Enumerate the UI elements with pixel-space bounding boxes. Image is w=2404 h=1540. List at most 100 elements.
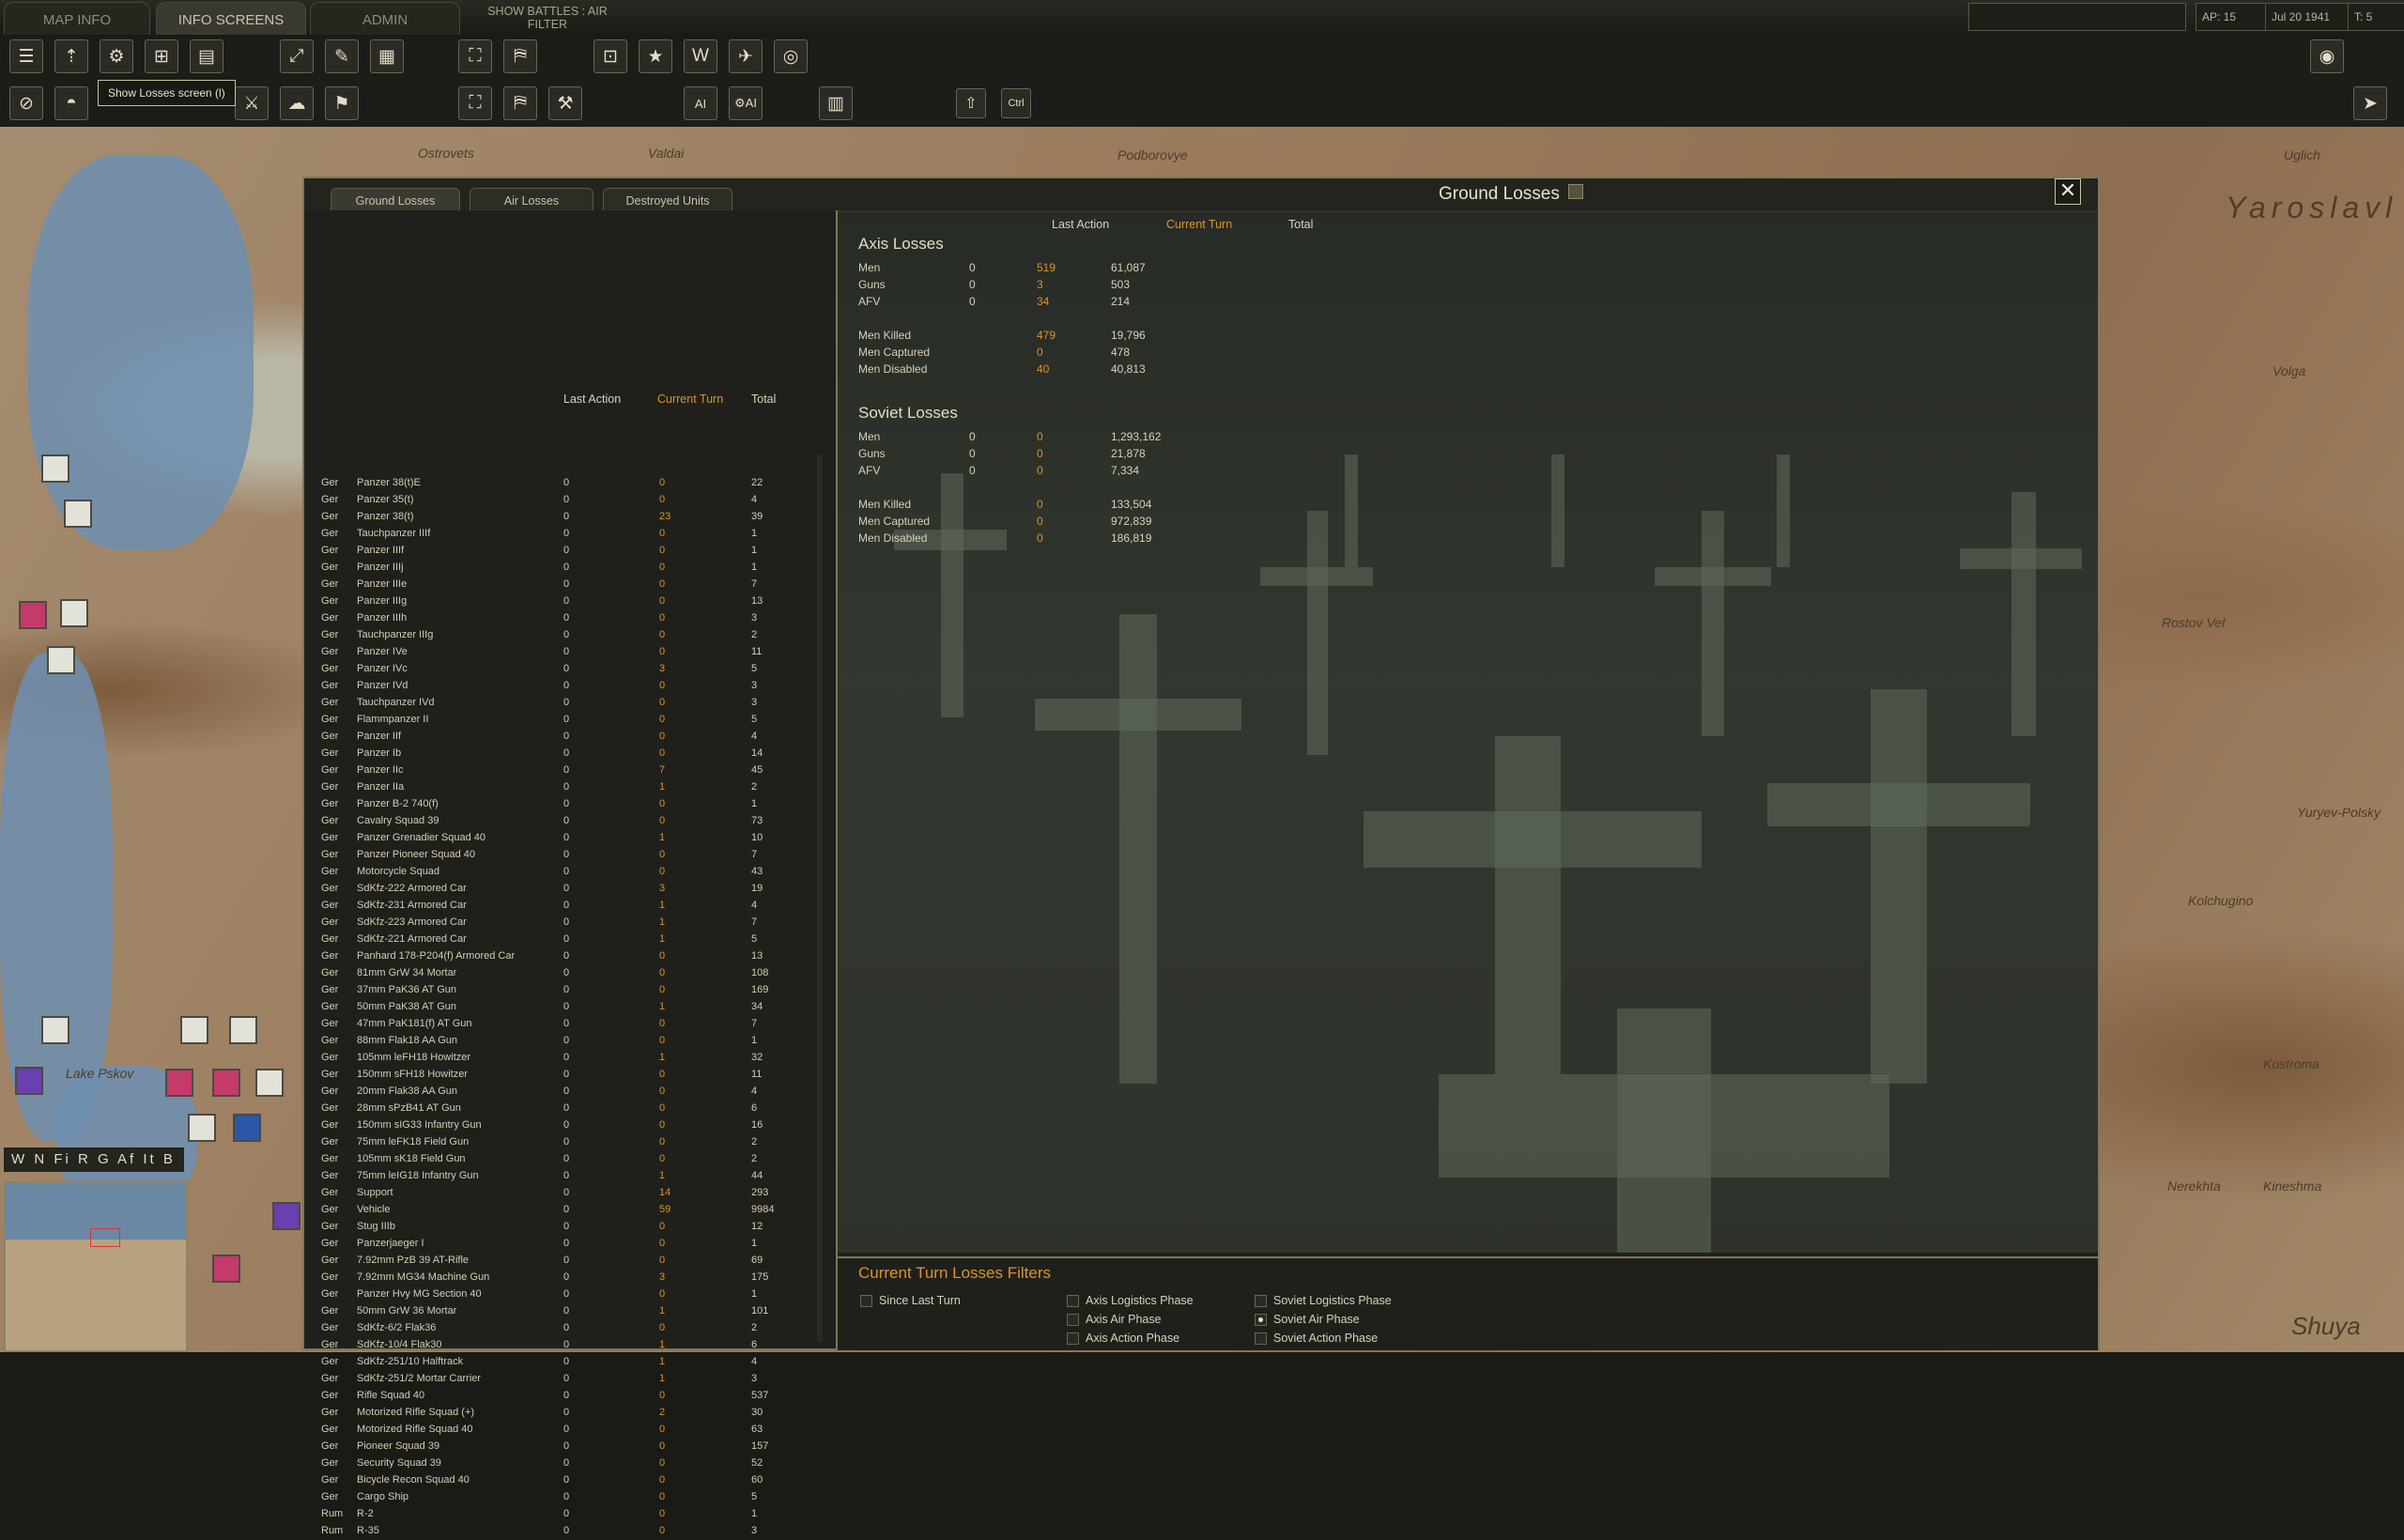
- table-row[interactable]: Ger Rifle Squad 40 0 0 537: [304, 1388, 836, 1405]
- minimap-viewport[interactable]: [90, 1228, 120, 1247]
- close-icon[interactable]: ✕: [2055, 178, 2081, 205]
- settings-round-icon[interactable]: ◉: [2310, 39, 2344, 73]
- table-row[interactable]: Ger Tauchpanzer IVd 0 0 3: [304, 695, 836, 712]
- unit-counter[interactable]: [165, 1069, 193, 1097]
- table-row[interactable]: Ger Motorcycle Squad 0 0 43: [304, 864, 836, 881]
- table-row[interactable]: Ger Tauchpanzer IIIf 0 0 1: [304, 526, 836, 543]
- no-icon[interactable]: ⊘: [9, 86, 43, 120]
- table-row[interactable]: Ger Cargo Ship 0 0 5: [304, 1489, 836, 1506]
- table-row[interactable]: Ger 75mm leIG18 Infantry Gun 0 1 44: [304, 1168, 836, 1185]
- table-row[interactable]: Ger Panhard 178-P204(f) Armored Car 0 0 13: [304, 948, 836, 965]
- table-row[interactable]: Ger Panzer 35(t) 0 0 4: [304, 492, 836, 509]
- table-row[interactable]: Ger SdKfz-251/10 Halftrack 0 1 4: [304, 1354, 836, 1371]
- unit-counter[interactable]: [212, 1255, 240, 1283]
- unit-counter[interactable]: [47, 646, 75, 674]
- table-row[interactable]: Ger Pioneer Squad 39 0 0 157: [304, 1439, 836, 1455]
- edit-icon[interactable]: ✎: [325, 39, 359, 73]
- table-row[interactable]: Ger Panzer IIIj 0 0 1: [304, 560, 836, 577]
- table-row[interactable]: Ger Panzer Pioneer Squad 40 0 0 7: [304, 847, 836, 864]
- weather-icon[interactable]: ☁: [280, 86, 314, 120]
- tab-admin[interactable]: ADMIN: [310, 2, 460, 35]
- table-row[interactable]: Ger Panzer Grenadier Squad 40 0 1 10: [304, 830, 836, 847]
- unit-counter[interactable]: [19, 601, 47, 629]
- table-row[interactable]: Ger 7.92mm PzB 39 AT-Rifle 0 0 69: [304, 1253, 836, 1270]
- plane-icon[interactable]: ✈: [729, 39, 763, 73]
- tools-icon[interactable]: ⚒: [548, 86, 582, 120]
- axis-air-checkbox[interactable]: Axis Air Phase: [1067, 1313, 1162, 1326]
- table-row[interactable]: Ger Vehicle 0 59 9984: [304, 1202, 836, 1219]
- table-row[interactable]: Ger Panzerjaeger I 0 0 1: [304, 1236, 836, 1253]
- table-row[interactable]: Ger SdKfz-6/2 Flak36 0 0 2: [304, 1320, 836, 1337]
- table-row[interactable]: Ger 50mm GrW 36 Mortar 0 1 101: [304, 1303, 836, 1320]
- ctrl-key-icon[interactable]: Ctrl: [1001, 88, 1031, 118]
- unit-counter[interactable]: [272, 1202, 300, 1230]
- table-row[interactable]: Ger 37mm PaK36 AT Gun 0 0 169: [304, 982, 836, 999]
- unit-counter[interactable]: [64, 500, 92, 528]
- hq-icon[interactable]: ⛿: [503, 39, 537, 73]
- table-row[interactable]: Ger SdKfz-231 Armored Car 0 1 4: [304, 898, 836, 915]
- unit-counter[interactable]: [15, 1067, 43, 1095]
- shift-key-icon[interactable]: ⇧: [956, 88, 986, 118]
- table-row[interactable]: Ger 75mm leFK18 Field Gun 0 0 2: [304, 1134, 836, 1151]
- table-row[interactable]: Ger Motorized Rifle Squad (+) 0 2 30: [304, 1405, 836, 1422]
- table-row[interactable]: Ger Bicycle Recon Squad 40 0 0 60: [304, 1472, 836, 1489]
- table-row[interactable]: Ger 81mm GrW 34 Mortar 0 0 108: [304, 965, 836, 982]
- table-row[interactable]: Ger Panzer IVc 0 3 5: [304, 661, 836, 678]
- table-row[interactable]: Rum R-2 0 0 1: [304, 1506, 836, 1523]
- tab-ground-losses[interactable]: Ground Losses: [331, 188, 460, 211]
- table-row[interactable]: Ger Panzer Ib 0 0 14: [304, 746, 836, 762]
- table-row[interactable]: Ger Panzer IIIf 0 0 1: [304, 543, 836, 560]
- reinforce-icon[interactable]: ⚑: [325, 86, 359, 120]
- victory-icon[interactable]: W: [684, 39, 717, 73]
- unit-counter[interactable]: [233, 1114, 261, 1142]
- soviet-action-checkbox[interactable]: Soviet Action Phase: [1255, 1332, 1378, 1345]
- table-row[interactable]: Ger Stug IIIb 0 0 12: [304, 1219, 836, 1236]
- table-row[interactable]: Ger 28mm sPzB41 AT Gun 0 0 6: [304, 1101, 836, 1117]
- report-icon[interactable]: ▤: [190, 39, 223, 73]
- table-row[interactable]: Ger 105mm leFH18 Howitzer 0 1 32: [304, 1050, 836, 1067]
- unit-counter[interactable]: [180, 1016, 208, 1044]
- list-icon[interactable]: ▦: [370, 39, 404, 73]
- chart-icon[interactable]: ⇡: [54, 39, 88, 73]
- scrollbar[interactable]: [817, 454, 823, 1343]
- table-row[interactable]: Ger 50mm PaK38 AT Gun 0 1 34: [304, 999, 836, 1016]
- tab-info-screens[interactable]: INFO SCREENS: [156, 2, 306, 35]
- table-row[interactable]: Ger Security Squad 39 0 0 52: [304, 1455, 836, 1472]
- table-row[interactable]: Ger 150mm sFH18 Howitzer 0 0 11: [304, 1067, 836, 1084]
- col-total[interactable]: Total: [751, 393, 776, 406]
- table-row[interactable]: Ger Panzer IIf 0 0 4: [304, 729, 836, 746]
- table-row[interactable]: Ger Support 0 14 293: [304, 1185, 836, 1202]
- star-icon[interactable]: ★: [639, 39, 672, 73]
- table-row[interactable]: Ger Panzer B-2 740(f) 0 0 1: [304, 796, 836, 813]
- col-current-turn[interactable]: Current Turn: [657, 393, 723, 406]
- table-row[interactable]: Ger SdKfz-251/2 Mortar Carrier 0 1 3: [304, 1371, 836, 1388]
- col-last-action[interactable]: Last Action: [563, 393, 621, 406]
- table-row[interactable]: Ger 47mm PaK181(f) AT Gun 0 0 7: [304, 1016, 836, 1033]
- table-row[interactable]: Ger 88mm Flak18 AA Gun 0 0 1: [304, 1033, 836, 1050]
- next-arrow-icon[interactable]: ➤: [2353, 86, 2387, 120]
- move-icon[interactable]: ⤢: [280, 39, 314, 73]
- axis-logistics-checkbox[interactable]: Axis Logistics Phase: [1067, 1294, 1194, 1307]
- unit-attach-icon[interactable]: ⛿: [503, 86, 537, 120]
- table-row[interactable]: Ger Panzer IIc 0 7 45: [304, 762, 836, 779]
- unit-counter[interactable]: [229, 1016, 257, 1044]
- table-row[interactable]: Ger Panzer 38(t) 0 23 39: [304, 509, 836, 526]
- table-row[interactable]: Ger SdKfz-222 Armored Car 0 3 19: [304, 881, 836, 898]
- table-row[interactable]: Ger 150mm sIG33 Infantry Gun 0 0 16: [304, 1117, 836, 1134]
- unit-counter[interactable]: [41, 454, 69, 483]
- table-row[interactable]: Ger SdKfz-221 Armored Car 0 1 5: [304, 932, 836, 948]
- table-row[interactable]: Ger Panzer IIIh 0 0 3: [304, 610, 836, 627]
- table-row[interactable]: Ger Motorized Rifle Squad 40 0 0 63: [304, 1422, 836, 1439]
- table-row[interactable]: Ger Flammpanzer II 0 0 5: [304, 712, 836, 729]
- table-row[interactable]: Ger 20mm Flak38 AA Gun 0 0 4: [304, 1084, 836, 1101]
- unit-icon[interactable]: ⛶: [458, 39, 492, 73]
- orders-icon[interactable]: ⊡: [593, 39, 627, 73]
- camera-icon[interactable]: ◎: [774, 39, 808, 73]
- soviet-air-checkbox[interactable]: Soviet Air Phase: [1255, 1313, 1360, 1326]
- unit-counter[interactable]: [255, 1069, 284, 1097]
- search-box[interactable]: [1968, 3, 2186, 31]
- table-row[interactable]: Ger Panzer IIa 0 1 2: [304, 779, 836, 796]
- tab-air-losses[interactable]: Air Losses: [470, 188, 593, 211]
- crossed-swords-icon[interactable]: ⚔: [235, 86, 269, 120]
- unit-counter[interactable]: [60, 599, 88, 627]
